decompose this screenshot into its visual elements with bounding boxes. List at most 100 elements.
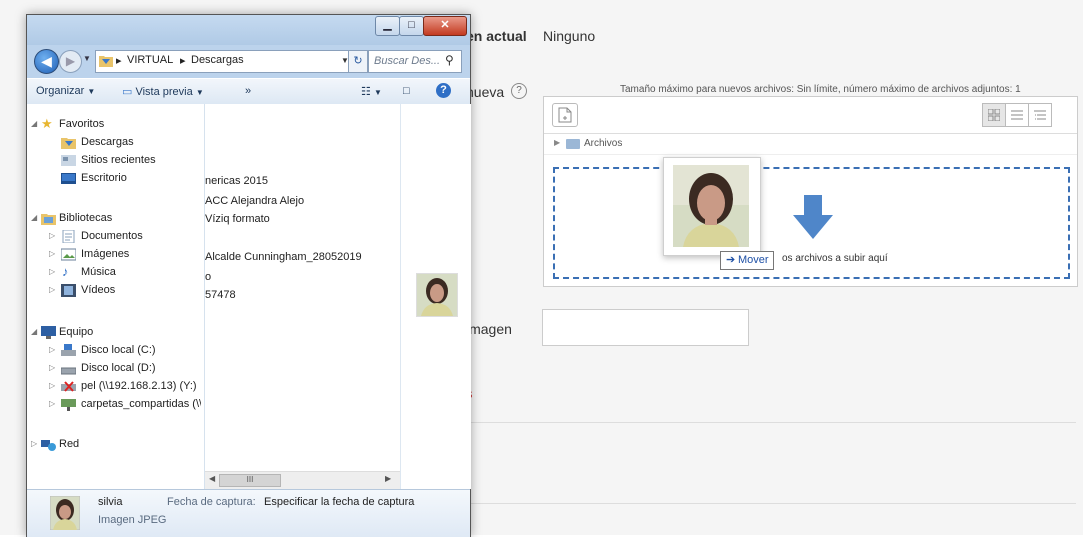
new-image-label: nueva (466, 84, 505, 100)
nav-documents[interactable]: ▷ Documentos (31, 228, 201, 246)
expand-icon[interactable]: ▷ (49, 249, 55, 258)
expand-icon[interactable]: ▷ (49, 345, 55, 354)
maximize-button[interactable]: □ (399, 16, 424, 36)
forward-button[interactable]: ▶ (59, 50, 82, 73)
capture-date-value[interactable]: Especificar la fecha de captura (264, 496, 414, 508)
nav-disk-c[interactable]: ▷ Disco local (C:) (31, 342, 201, 360)
nav-music-label: Música (81, 266, 116, 278)
nav-desktop-label: Escritorio (81, 172, 127, 184)
search-box[interactable]: Buscar Des... ⚲ (368, 50, 462, 73)
view-options-icon: ☷ (361, 86, 371, 98)
nav-computer[interactable]: ◢ Equipo (31, 324, 201, 342)
back-button[interactable]: ◀ (34, 49, 59, 74)
image-description-input[interactable] (542, 309, 749, 346)
file-item[interactable]: ACC Alejandra Alejo (205, 195, 304, 207)
help-icon[interactable]: ? (511, 83, 527, 99)
nav-shared[interactable]: ▷ carpetas_compartidas (\\ (31, 396, 201, 414)
history-dropdown-icon[interactable]: ▼ (83, 54, 91, 63)
nav-libraries[interactable]: ◢ Bibliotecas (31, 210, 201, 228)
organize-menu[interactable]: Organizar ▼ (36, 85, 95, 97)
nav-music[interactable]: ▷ ♪ Música (31, 264, 201, 282)
file-picker-toolbar (544, 97, 1077, 134)
search-icon[interactable]: ⚲ (445, 53, 454, 67)
close-icon: ✕ (440, 19, 450, 31)
music-icon: ♪ (62, 264, 69, 279)
navigation-bar: ◀ ▶ ▼ ▸ VIRTUAL ▸ Descargas ▼ ↻ Buscar D… (27, 45, 470, 75)
nav-disk-d-label: Disco local (D:) (81, 362, 156, 374)
max-files-info: Tamaño máximo para nuevos archivos: Sin … (620, 84, 1021, 95)
preview-icon: ▭ (122, 86, 133, 98)
preview-menu[interactable]: ▭ Vista previa ▼ (122, 85, 204, 98)
help-button[interactable]: ? (436, 83, 451, 98)
scroll-left-icon[interactable]: ◀ (209, 474, 215, 483)
collapse-icon[interactable]: ◢ (31, 119, 37, 128)
minimize-button[interactable]: ▁ (375, 16, 400, 36)
nav-desktop[interactable]: Escritorio (31, 170, 201, 188)
nav-downloads[interactable]: Descargas (31, 134, 201, 152)
breadcrumb-virtual[interactable]: VIRTUAL (127, 54, 173, 66)
expand-icon[interactable]: ▷ (49, 267, 55, 276)
downloads-folder-icon (61, 138, 76, 149)
navigation-pane: ◢ ★ Favoritos Descargas Sitios recientes… (27, 104, 205, 489)
breadcrumb-arrow-icon[interactable]: ▸ (180, 54, 186, 67)
network-icon (41, 440, 56, 451)
capture-date-label: Fecha de captura: (167, 496, 256, 508)
file-item[interactable]: 57478 (205, 289, 236, 301)
nav-images[interactable]: ▷ Imágenes (31, 246, 201, 264)
folder-icon (99, 56, 113, 67)
nav-recent[interactable]: Sitios recientes (31, 152, 201, 170)
drop-zone[interactable]: os archivos a subir aquí (553, 167, 1070, 279)
horizontal-scrollbar[interactable]: ◀ III ▶ (205, 471, 400, 489)
nav-disk-c-label: Disco local (C:) (81, 344, 156, 356)
portrait-preview-image (417, 274, 457, 316)
scroll-right-icon[interactable]: ▶ (385, 474, 391, 483)
preview-thumbnail-image (416, 273, 458, 317)
file-item[interactable]: nericas 2015 (205, 175, 268, 187)
chevron-down-icon: ▼ (373, 88, 382, 97)
expand-icon[interactable]: ▷ (49, 285, 55, 294)
view-tree-button[interactable] (1028, 103, 1052, 127)
file-item[interactable]: o (205, 271, 211, 283)
nav-favorites[interactable]: ◢ ★ Favoritos (31, 116, 201, 134)
images-icon (61, 248, 76, 261)
more-commands-button[interactable]: » (245, 85, 251, 97)
nav-images-label: Imágenes (81, 248, 130, 260)
collapse-icon[interactable]: ◢ (31, 327, 37, 336)
address-bar[interactable]: ▸ VIRTUAL ▸ Descargas ▼ (95, 50, 363, 73)
view-list-button[interactable] (1005, 103, 1029, 127)
window-titlebar[interactable]: ▁ □ ✕ (27, 15, 470, 45)
nav-network-drive[interactable]: ▷ pel (\\192.168.2.13) (Y:) (31, 378, 201, 396)
hard-drive-icon (61, 367, 76, 375)
expand-icon[interactable]: ▷ (49, 231, 55, 240)
refresh-button[interactable]: ↻ (348, 50, 368, 73)
nav-favorites-label: Favoritos (59, 118, 105, 130)
view-icons-button[interactable] (982, 103, 1006, 127)
file-thumbnail-image (50, 496, 80, 530)
nav-videos[interactable]: ▷ Vídeos (31, 282, 201, 300)
grid-view-icon (987, 108, 1001, 122)
nav-network-drive-label: pel (\\192.168.2.13) (Y:) (81, 380, 197, 392)
nav-network[interactable]: ▷ Red (31, 436, 201, 454)
add-file-button[interactable] (552, 103, 578, 127)
preview-pane-button[interactable]: □ (403, 85, 410, 97)
nav-disk-d[interactable]: ▷ Disco local (D:) (31, 360, 201, 378)
hard-drive-icon (61, 344, 76, 356)
expand-icon[interactable]: ▷ (49, 399, 55, 408)
change-view-button[interactable]: ☷ ▼ (361, 85, 382, 98)
file-item[interactable]: Alcalde Cunningham_28052019 (205, 251, 362, 263)
scroll-thumb[interactable]: III (219, 474, 281, 487)
current-image-value: Ninguno (543, 28, 596, 44)
nav-videos-label: Vídeos (81, 284, 116, 296)
dragged-image-thumbnail[interactable] (663, 157, 761, 256)
expand-icon[interactable]: ▷ (49, 363, 55, 372)
expand-arrow-icon[interactable]: ▶ (554, 138, 560, 147)
path-folder-label[interactable]: Archivos (584, 138, 622, 149)
expand-icon[interactable]: ▷ (49, 381, 55, 390)
details-pane: silvia Imagen JPEG Fecha de captura: Esp… (27, 489, 470, 537)
close-button[interactable]: ✕ (423, 16, 467, 36)
collapse-icon[interactable]: ◢ (31, 213, 37, 222)
file-item[interactable]: Víziq formato (205, 213, 270, 225)
breadcrumb-downloads[interactable]: Descargas (191, 54, 244, 66)
breadcrumb-arrow-icon[interactable]: ▸ (116, 54, 122, 67)
expand-icon[interactable]: ▷ (31, 439, 37, 448)
